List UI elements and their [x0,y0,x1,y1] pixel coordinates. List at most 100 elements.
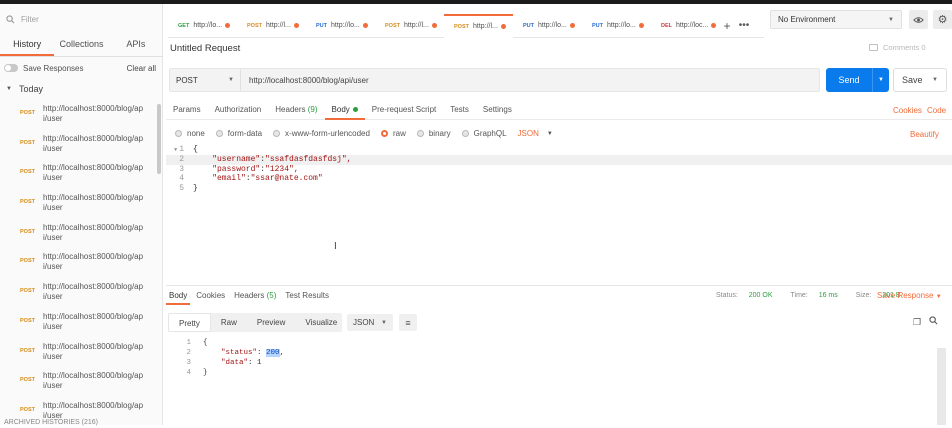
radio-button[interactable] [416,130,424,137]
response-tab-headers[interactable]: Headers (5) [231,288,279,305]
save-responses-toggle[interactable] [4,64,18,72]
time-meta[interactable]: Time: 16 ms [791,292,847,299]
radio-button-selected[interactable] [380,130,388,137]
line-number: 3 [186,358,191,367]
body-type-form-data[interactable]: form-data [215,129,262,138]
body-type-graphql[interactable]: GraphQL [461,129,507,138]
body-type-raw[interactable]: raw [380,129,406,138]
request-tab[interactable]: POST http://l... [237,14,306,38]
request-tab-method: DEL [661,22,672,29]
tab-settings[interactable]: Settings [476,100,519,120]
response-tabs: Body Cookies Headers (5) Test Results [166,288,335,306]
wrap-lines-icon[interactable]: ≡ [399,314,417,331]
tab-params[interactable]: Params [166,100,208,120]
search-icon[interactable] [929,316,938,327]
history-item[interactable]: POST http://localhost:8000/blog/api/user [0,339,156,369]
history-item[interactable]: POST http://localhost:8000/blog/api/user [0,190,156,220]
request-tab[interactable]: PUT http://lo... [513,14,582,38]
radio-button[interactable] [175,130,182,137]
fold-caret-icon[interactable]: ▼ [174,147,177,153]
history-item[interactable]: POST http://localhost:8000/blog/api/user [0,220,156,250]
unsaved-dot-icon [362,23,368,28]
method-select[interactable]: POST ▼ [170,69,241,91]
raw-format-value: JSON [517,129,539,138]
tab-authorization[interactable]: Authorization [208,100,269,120]
tab-history[interactable]: History [0,37,55,56]
save-button[interactable]: Save ▼ [893,68,947,92]
request-tab[interactable]: PUT http://lo... [582,14,651,38]
history-group-today[interactable]: ▼ Today [6,84,43,94]
request-tab[interactable]: PUT http://lo... [306,14,375,38]
history-item[interactable]: POST http://localhost:8000/blog/api/user [0,279,156,309]
request-tab[interactable]: POST http://l... [375,14,444,38]
request-tab[interactable]: GET http://lo... [168,14,237,38]
pane-divider[interactable] [166,285,952,286]
tab-tests[interactable]: Tests [443,100,476,120]
cookies-link[interactable]: Cookies [893,106,922,115]
tab-apis[interactable]: APIs [109,37,163,56]
tab-body[interactable]: Body [324,100,365,120]
tab-headers[interactable]: Headers (9) [268,100,324,120]
time-label: Time: [790,292,808,299]
response-body[interactable]: 1{ 2 "status": 200, 3 "data": 1 4} [166,339,952,419]
response-line: 2 "status": 200, [166,348,952,359]
more-tabs-icon[interactable]: ••• [734,20,754,31]
view-pretty[interactable]: Pretty [168,313,211,332]
request-tab[interactable]: DEL http://loc... [651,14,720,38]
history-item-url: http://localhost:8000/blog/api/user [43,133,144,153]
status-meta[interactable]: Status: 200 OK [716,292,782,299]
comments-button[interactable]: Comments 0 [869,43,926,52]
response-scrollbar[interactable] [937,348,946,425]
response-format-select[interactable]: JSON ▼ [347,314,393,331]
filter-input[interactable]: Filter [6,12,39,26]
radio-button[interactable] [461,130,469,137]
response-tab-cookies[interactable]: Cookies [193,288,228,305]
save-response-button[interactable]: Save Response ▼ [877,291,942,300]
response-tab-body[interactable]: Body [166,288,191,305]
line-number-text: 1 [179,145,184,154]
history-item-url: http://localhost:8000/blog/api/user [43,400,144,420]
copy-icon[interactable]: ❐ [913,317,921,328]
sidebar-scrollbar[interactable] [157,104,161,174]
send-button[interactable]: Send ▼ [826,68,889,92]
body-type-urlencoded[interactable]: x-www-form-urlencoded [273,129,370,138]
body-type-binary[interactable]: binary [416,129,451,138]
clear-all-button[interactable]: Clear all [127,64,156,73]
view-preview[interactable]: Preview [247,313,295,332]
line-number: 4 [186,368,191,377]
history-item[interactable]: POST http://localhost:8000/blog/api/user [0,309,156,339]
unsaved-dot-icon [638,23,644,28]
request-tab-method: POST [385,22,400,29]
history-item-url: http://localhost:8000/blog/api/user [43,163,144,183]
tab-collections[interactable]: Collections [54,37,108,56]
filter-placeholder: Filter [21,14,39,24]
raw-format-select[interactable]: JSON ▼ [518,129,553,138]
radio-button[interactable] [215,130,223,137]
request-title[interactable]: Untitled Request [170,43,240,54]
response-tab-test-results[interactable]: Test Results [282,288,332,305]
request-body-editor[interactable]: ▼ 1 2 3 4 5 { "username":"ssafdasfdasfdsj… [166,145,952,283]
manage-environments-gear-icon[interactable]: ⚙ [933,10,952,29]
body-type-none[interactable]: none [175,129,205,138]
history-item[interactable]: POST http://localhost:8000/blog/api/user [0,131,156,161]
sidebar: Filter History Collections APIs Save Res… [0,4,163,426]
history-item-method: POST [20,199,35,206]
new-tab-plus-icon[interactable]: + [720,19,734,33]
history-item[interactable]: POST http://localhost:8000/blog/api/user [0,160,156,190]
environment-quick-look-eye-icon[interactable] [909,10,928,29]
radio-button[interactable] [273,130,281,137]
url-input[interactable]: http://localhost:8000/blog/api/user [241,76,369,85]
view-raw[interactable]: Raw [211,313,247,332]
eye-icon [913,16,924,23]
history-item[interactable]: POST http://localhost:8000/blog/api/user [0,101,156,131]
view-visualize[interactable]: Visualize [295,313,347,332]
send-options-chevron-icon[interactable]: ▼ [872,68,889,92]
tab-prerequest-script[interactable]: Pre-request Script [365,100,443,120]
json-value-selected: 200 [266,348,280,357]
request-tab-active[interactable]: POST http://l... [444,13,513,38]
history-item[interactable]: POST http://localhost:8000/blog/api/user [0,249,156,279]
history-item[interactable]: POST http://localhost:8000/blog/api/user [0,368,156,398]
code-link[interactable]: Code [927,106,946,115]
environment-select[interactable]: No Environment ▼ [770,10,902,29]
beautify-link[interactable]: Beautify [910,130,939,139]
